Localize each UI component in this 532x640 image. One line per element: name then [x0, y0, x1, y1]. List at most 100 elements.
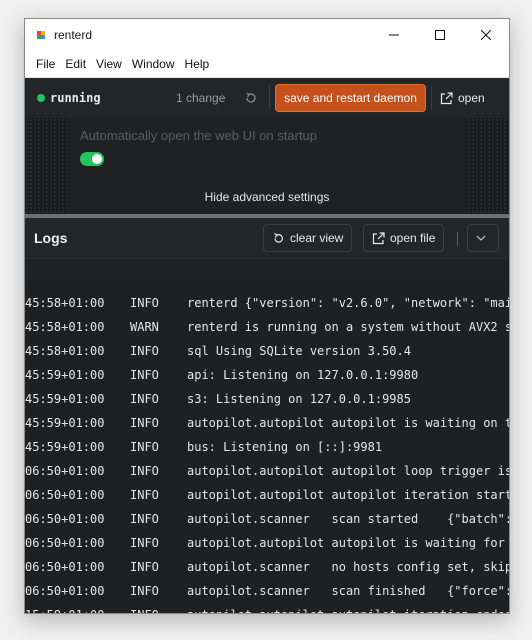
auto-open-toggle[interactable] [80, 152, 104, 166]
log-message: sql Using SQLite version 3.50.4 [187, 344, 411, 358]
log-timestamp: 45:59+01:00 [25, 440, 105, 454]
log-level: INFO [130, 584, 159, 598]
log-level: INFO [130, 296, 159, 310]
open-ui-button[interactable]: open [440, 84, 485, 112]
minimize-button[interactable] [371, 19, 417, 51]
refresh-icon [274, 232, 283, 243]
log-row: 06:50+01:00 INFO autopilot.autopilot autop… [25, 531, 509, 555]
log-level: INFO [130, 416, 159, 430]
log-level: WARN [130, 320, 159, 334]
log-row: 45:59+01:00 INFO autopilot.autopilot autop… [25, 411, 509, 435]
hide-advanced-button[interactable]: Hide advanced settings [69, 190, 465, 204]
external-link-icon [372, 231, 385, 244]
daemon-status: running [50, 91, 101, 105]
window-controls [371, 19, 509, 51]
close-button[interactable] [463, 19, 509, 51]
log-level: INFO [130, 344, 159, 358]
log-row: 15:59+01:00 INFO autopilot.autopilot autop… [25, 603, 509, 613]
log-row: 06:50+01:00 INFO autopilot.autopilot autop… [25, 459, 509, 483]
toolbar: running 1 change save and restart daemon… [25, 78, 509, 118]
toolbar-divider [431, 86, 432, 110]
toggle-knob [92, 154, 102, 164]
maximize-icon [435, 30, 445, 40]
log-level: INFO [130, 368, 159, 382]
log-message: autopilot.autopilot autopilot iteration … [187, 608, 509, 613]
open-file-button[interactable]: open file [363, 224, 445, 252]
logs-options-dropdown[interactable] [467, 224, 499, 252]
chevron-down-icon [476, 235, 485, 241]
clear-view-label: clear view [290, 231, 344, 245]
menu-file[interactable]: File [31, 57, 60, 71]
log-row: 45:59+01:00 INFO api: Listening on 127.0.0… [25, 363, 509, 387]
log-message: autopilot.scanner no hosts config set, s… [187, 560, 509, 574]
log-level: INFO [130, 608, 159, 613]
log-timestamp: 45:59+01:00 [25, 392, 105, 406]
open-label: open [458, 91, 485, 105]
menu-view[interactable]: View [91, 57, 127, 71]
menu-window[interactable]: Window [127, 57, 180, 71]
log-timestamp: 15:59+01:00 [25, 608, 104, 613]
log-message: renterd {"version": "v2.6.0", "network":… [187, 296, 509, 310]
log-message: autopilot.autopilot autopilot is waiting… [187, 536, 505, 550]
log-level: INFO [130, 488, 159, 502]
log-message: autopilot.scanner scan started {"batch": [187, 512, 509, 526]
log-row: 45:58+01:00 INFO sql Using SQLite version … [25, 339, 509, 363]
header-divider [457, 232, 458, 246]
log-row: 45:58+01:00 INFO renterd {"version": "v2.6… [25, 291, 509, 315]
external-link-icon [440, 91, 453, 104]
log-timestamp: 45:59+01:00 [25, 368, 105, 382]
close-icon [481, 30, 491, 40]
log-row: 45:58+01:00 WARN renterd is running on a s… [25, 315, 509, 339]
log-level: INFO [130, 560, 159, 574]
log-message: renterd is running on a system without A… [187, 320, 509, 334]
menu-bar: File Edit View Window Help [25, 51, 509, 78]
log-row: 45:59+01:00 INFO s3: Listening on 127.0.0.… [25, 387, 509, 411]
pending-changes: 1 change [176, 91, 226, 105]
menu-help[interactable]: Help [180, 57, 215, 71]
log-timestamp: 06:50+01:00 [25, 560, 105, 574]
log-message: autopilot.autopilot autopilot iteration … [187, 488, 509, 502]
title-bar: renterd [25, 19, 509, 51]
log-message: s3: Listening on 127.0.0.1:9985 [187, 392, 411, 406]
log-message: autopilot.scanner scan finished {"force"… [187, 584, 509, 598]
log-row: 45:59+01:00 INFO bus: Listening on [::]:99… [25, 435, 509, 459]
logs-header: Logs clear view open file [25, 218, 509, 259]
advanced-settings-panel: Automatically open the web UI on startup… [25, 118, 509, 214]
auto-open-label: Automatically open the web UI on startup [80, 128, 318, 143]
log-level: INFO [130, 464, 159, 478]
menu-edit[interactable]: Edit [60, 57, 91, 71]
save-restart-button[interactable]: save and restart daemon [275, 84, 426, 112]
log-level: INFO [130, 392, 159, 406]
minimize-icon [389, 34, 399, 36]
log-row: 06:50+01:00 INFO autopilot.scanner scan st… [25, 507, 509, 531]
settings-content: Automatically open the web UI on startup… [69, 118, 465, 214]
log-timestamp: 06:50+01:00 [25, 512, 105, 526]
log-message: bus: Listening on [::]:9981 [187, 440, 383, 454]
revert-changes-button[interactable] [239, 86, 263, 110]
window-title: renterd [54, 28, 93, 42]
log-row: 06:50+01:00 INFO autopilot.autopilot autop… [25, 483, 509, 507]
log-timestamp: 06:50+01:00 [25, 488, 105, 502]
clear-view-button[interactable]: clear view [263, 224, 353, 252]
log-row: 06:50+01:00 INFO autopilot.scanner scan fi… [25, 579, 509, 603]
maximize-button[interactable] [417, 19, 463, 51]
log-timestamp: 06:50+01:00 [25, 464, 105, 478]
panel-pattern [467, 118, 509, 214]
log-timestamp: 45:58+01:00 [25, 344, 105, 358]
log-list[interactable]: 45:58+01:00 INFO renterd {"version": "v2.6… [25, 284, 509, 613]
undo-icon [246, 92, 256, 103]
logs-title: Logs [34, 230, 68, 246]
log-message: autopilot.autopilot autopilot loop trigg… [187, 464, 509, 478]
log-level: INFO [130, 440, 159, 454]
status-dot-icon [37, 94, 45, 102]
log-level: INFO [130, 536, 159, 550]
panel-pattern [25, 118, 67, 214]
toolbar-divider [269, 86, 270, 110]
log-timestamp: 06:50+01:00 [25, 536, 105, 550]
log-message: api: Listening on 127.0.0.1:9980 [187, 368, 419, 382]
app-window: renterd File Edit View Window Help runni… [24, 18, 510, 614]
log-timestamp: 45:58+01:00 [25, 296, 105, 310]
log-timestamp: 45:58+01:00 [25, 320, 105, 334]
open-file-label: open file [390, 231, 436, 245]
log-row: 06:50+01:00 INFO autopilot.scanner no host… [25, 555, 509, 579]
